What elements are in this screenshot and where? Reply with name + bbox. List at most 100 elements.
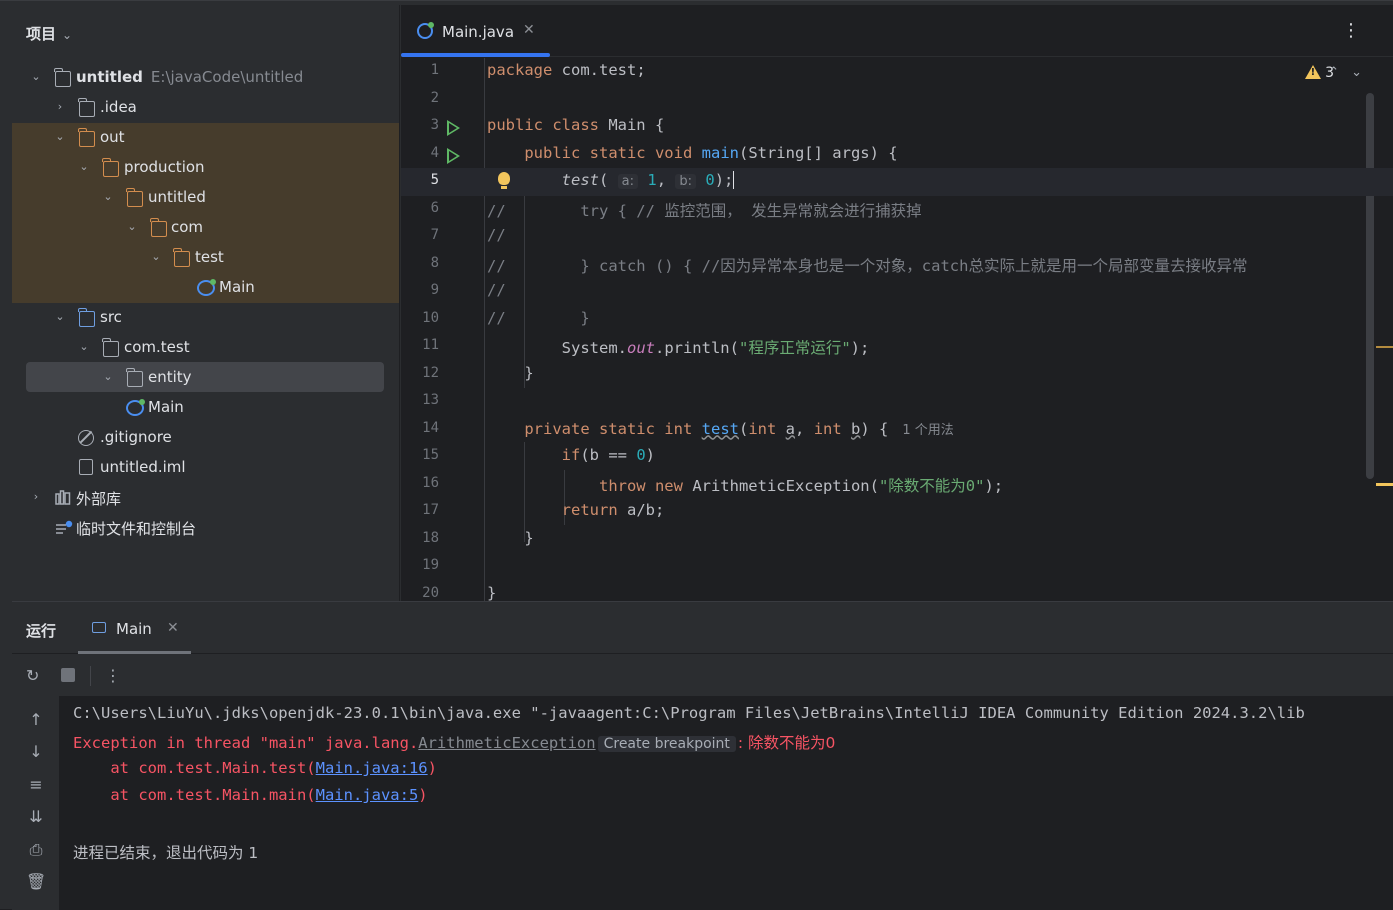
tab-run-main[interactable]: Main ✕ xyxy=(78,602,191,654)
code-line[interactable]: 15 if(b == 0) xyxy=(401,443,1393,471)
stop-icon[interactable] xyxy=(61,668,75,682)
code-line[interactable]: 4 public static void main(String[] args)… xyxy=(401,141,1393,169)
chevron-down-icon[interactable]: ⌄ xyxy=(101,190,115,204)
more-options-icon[interactable]: ⋮ xyxy=(1342,20,1360,41)
chevron-down-icon[interactable]: ⌄ xyxy=(77,160,91,174)
chevron-down-icon[interactable]: ⌄ xyxy=(62,28,72,42)
usage-hint[interactable]: 1 个用法 xyxy=(902,423,953,438)
tree-item-label: production xyxy=(124,158,205,176)
code-line[interactable]: 11 System.out.println("程序正常运行"); xyxy=(401,333,1393,361)
code-line[interactable]: 3 public class Main { xyxy=(401,113,1393,141)
console-line-stack: at com.test.Main.test(Main.java:16) xyxy=(73,759,437,777)
console-line-stack: at com.test.Main.main(Main.java:5) xyxy=(73,786,428,804)
code-line[interactable]: 1 package com.test; xyxy=(401,58,1393,86)
code-area[interactable]: 1 package com.test; 2 3 public class Main … xyxy=(401,58,1393,601)
arrow-up-icon[interactable]: ↑ xyxy=(26,710,46,729)
tree-item-label: src xyxy=(100,308,122,326)
chevron-right-icon[interactable]: › xyxy=(53,100,67,114)
tree-item-untitled-root[interactable]: ⌄ untitled E:\javaCode\untitled xyxy=(12,63,399,93)
tree-item-untitled-iml[interactable]: untitled.iml xyxy=(12,453,399,483)
folder-icon xyxy=(126,188,143,207)
print-icon[interactable]: ⎙ xyxy=(26,840,46,860)
code-line[interactable]: 13 xyxy=(401,388,1393,416)
code-line[interactable]: 9// xyxy=(401,278,1393,306)
tab-main-java[interactable]: Main.java ✕ xyxy=(401,5,550,57)
chevron-down-icon[interactable]: ⌄ xyxy=(53,310,67,324)
more-options-icon[interactable]: ⋮ xyxy=(105,666,121,685)
code-line[interactable]: 6// try { // 监控范围， 发生异常就会进行捕获掉 xyxy=(401,196,1393,224)
code-line[interactable]: 2 xyxy=(401,86,1393,114)
active-tab-indicator xyxy=(401,53,550,57)
chevron-down-icon[interactable]: ⌄ xyxy=(149,250,163,264)
tree-item-com[interactable]: ⌄ com xyxy=(12,213,399,243)
package-icon xyxy=(102,338,119,357)
source-link[interactable]: Main.java:5 xyxy=(316,786,419,804)
trash-icon[interactable]: 🗑 xyxy=(26,872,46,891)
code-line-current[interactable]: 5 test( a: 1, b: 0); xyxy=(401,168,1393,196)
code-line[interactable]: 7// xyxy=(401,223,1393,251)
code-line[interactable]: 17 return a/b; xyxy=(401,498,1393,526)
folder-icon xyxy=(78,98,95,117)
chevron-down-icon[interactable]: ⌄ xyxy=(53,130,67,144)
exception-class-link[interactable]: ArithmeticException xyxy=(418,734,595,752)
tree-item-label: untitled xyxy=(76,68,143,86)
tree-item-label: com.test xyxy=(124,338,190,356)
scratches-icon xyxy=(55,520,73,535)
close-icon[interactable]: ✕ xyxy=(523,22,535,38)
run-tool-header: 运行 Main ✕ xyxy=(12,602,1393,654)
console-line-exception: Exception in thread "main" java.lang.Ari… xyxy=(73,734,836,752)
tree-item-production[interactable]: ⌄ production xyxy=(12,153,399,183)
code-line[interactable]: 16 throw new ArithmeticException("除数不能为0… xyxy=(401,471,1393,499)
create-breakpoint-chip[interactable]: Create breakpoint xyxy=(597,736,736,752)
code-line[interactable]: 14 private static int test(int a, int b)… xyxy=(401,416,1393,444)
scroll-to-end-icon[interactable]: ⇊ xyxy=(26,807,46,826)
source-folder-icon xyxy=(78,308,95,327)
run-gutter-icon[interactable] xyxy=(447,147,460,164)
chevron-down-icon[interactable]: ⌄ xyxy=(77,340,91,354)
chevron-down-icon[interactable]: ⌄ xyxy=(29,70,43,84)
tree-item-label: 临时文件和控制台 xyxy=(76,520,197,538)
console-output[interactable]: C:\Users\LiuYu\.jdks\openjdk-23.0.1\bin\… xyxy=(73,696,1393,910)
code-line[interactable]: 19 xyxy=(401,553,1393,581)
code-line[interactable]: 12 } xyxy=(401,361,1393,389)
chevron-right-icon[interactable]: › xyxy=(29,490,43,504)
project-panel: 项目 ⌄ ⌄ untitled E:\javaCode\untitled › .id… xyxy=(12,5,399,601)
tree-item-untitled-output[interactable]: ⌄ untitled xyxy=(12,183,399,213)
arrow-down-icon[interactable]: ↓ xyxy=(26,742,46,761)
tree-item-test[interactable]: ⌄ test xyxy=(12,243,399,273)
folder-icon xyxy=(102,158,119,177)
java-class-icon xyxy=(197,279,216,296)
soft-wrap-icon[interactable]: ≡ xyxy=(26,775,46,794)
tree-item-external-libraries[interactable]: › 外部库 xyxy=(12,483,399,513)
tree-item-out[interactable]: ⌄ out xyxy=(12,123,399,153)
code-line[interactable]: 20} xyxy=(401,581,1393,602)
tree-item-entity[interactable]: ⌄ entity xyxy=(12,363,399,393)
tree-item-src[interactable]: ⌄ src xyxy=(12,303,399,333)
rerun-icon[interactable]: ↻ xyxy=(26,666,39,685)
run-config-icon xyxy=(92,622,106,633)
ignore-file-icon xyxy=(78,430,94,446)
code-line[interactable]: 18 } xyxy=(401,526,1393,554)
tree-item-label: test xyxy=(195,248,224,266)
toolbar-divider xyxy=(90,666,91,686)
chevron-down-icon[interactable]: ⌄ xyxy=(101,370,115,384)
tree-item-label: .idea xyxy=(100,98,137,116)
chevron-down-icon[interactable]: ⌄ xyxy=(125,220,139,234)
project-panel-header[interactable]: 项目 ⌄ xyxy=(26,23,72,44)
tree-item-idea[interactable]: › .idea xyxy=(12,93,399,123)
tree-item-com-test[interactable]: ⌄ com.test xyxy=(12,333,399,363)
tree-item-main-class-output[interactable]: Main xyxy=(12,273,399,303)
tab-label: Main xyxy=(116,620,152,638)
run-gutter-icon[interactable] xyxy=(447,120,460,136)
code-line[interactable]: 8// } catch () { //因为异常本身也是一个对象，catch总实际… xyxy=(401,251,1393,279)
tree-item-gitignore[interactable]: .gitignore xyxy=(12,423,399,453)
tree-item-label: out xyxy=(100,128,125,146)
console-line-command: C:\Users\LiuYu\.jdks\openjdk-23.0.1\bin\… xyxy=(73,704,1305,722)
java-class-icon xyxy=(417,22,434,39)
close-icon[interactable]: ✕ xyxy=(167,620,179,636)
code-line[interactable]: 10// } xyxy=(401,306,1393,334)
tree-item-main-class[interactable]: Main xyxy=(12,393,399,423)
source-link[interactable]: Main.java:16 xyxy=(316,759,428,777)
tree-item-scratches[interactable]: 临时文件和控制台 xyxy=(12,513,399,543)
tree-item-label: Main xyxy=(219,278,255,296)
